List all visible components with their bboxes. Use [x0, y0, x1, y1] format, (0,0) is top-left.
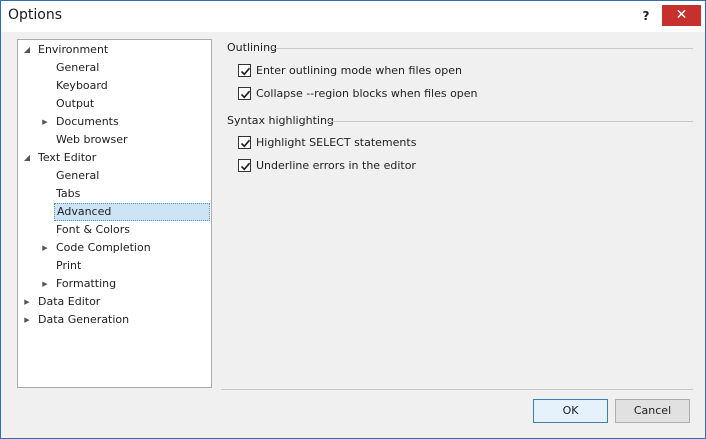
tree-item-keyboard[interactable]: Keyboard [18, 77, 211, 95]
close-button[interactable]: ✕ [662, 5, 701, 26]
tree-item-output[interactable]: Output [18, 95, 211, 113]
checkmark-icon [240, 162, 251, 171]
tree-item-formatting[interactable]: ▶ Formatting [18, 275, 211, 293]
tree-item-label: General [56, 61, 100, 74]
tree-item-environment[interactable]: ◢ Environment [18, 41, 211, 59]
close-icon: ✕ [675, 7, 688, 23]
tree-item-label: Output [56, 97, 95, 110]
triangle-right-icon[interactable]: ▶ [40, 113, 50, 131]
tree-item-documents[interactable]: ▶ Documents [18, 113, 211, 131]
checkmark-icon [240, 139, 251, 148]
triangle-down-icon[interactable]: ◢ [22, 41, 32, 59]
checkbox-label: Enter outlining mode when files open [256, 64, 462, 77]
help-button[interactable]: ? [634, 5, 658, 27]
tree-item-label: Documents [56, 115, 119, 128]
options-tree[interactable]: ◢ Environment General Keyboard Output ▶ Docume… [17, 39, 212, 388]
checkbox-label: Underline errors in the editor [256, 159, 416, 172]
tree-item-label: Font & Colors [56, 223, 130, 236]
checkbox[interactable] [238, 64, 251, 77]
outlining-divider [273, 48, 693, 49]
tree-item-label: Formatting [56, 277, 117, 290]
tree-item-font-colors[interactable]: Font & Colors [18, 221, 211, 239]
window-title: Options [8, 7, 63, 23]
footer-divider [221, 389, 693, 390]
tree-item-label: General [56, 169, 100, 182]
tree-item-label: Text Editor [38, 151, 97, 164]
tree-item-label: Code Completion [56, 241, 151, 254]
checkbox[interactable] [238, 159, 251, 172]
tree-item-data-editor[interactable]: ▶ Data Editor [18, 293, 211, 311]
tree-item-advanced[interactable]: Advanced [18, 203, 211, 221]
options-dialog: Options ? ✕ ◢ Environment General Keyboard O… [0, 0, 706, 439]
tree-item-label: Web browser [56, 133, 128, 146]
tree-item-label: Environment [38, 43, 109, 56]
checkmark-icon [240, 90, 251, 99]
tree-item-label: Advanced [54, 203, 210, 221]
settings-pane: Outlining Enter outlining mode when file… [221, 39, 693, 389]
tree-item-label: Keyboard [56, 79, 108, 92]
tree-item-general[interactable]: General [18, 59, 211, 77]
outlining-section-title: Outlining [227, 41, 278, 54]
cancel-button[interactable]: Cancel [615, 399, 690, 423]
triangle-right-icon[interactable]: ▶ [22, 293, 32, 311]
tree-item-label: Data Editor [38, 295, 101, 308]
checkbox-label: Collapse --region blocks when files open [256, 87, 478, 100]
tree-item-web-browser[interactable]: Web browser [18, 131, 211, 149]
tree-item-label: Data Generation [38, 313, 130, 326]
checkmark-icon [240, 67, 251, 76]
tree-item-label: Print [56, 259, 82, 272]
tree-item-text-editor[interactable]: ◢ Text Editor [18, 149, 211, 167]
syntax-section-title: Syntax highlighting [227, 114, 334, 127]
syntax-divider [327, 121, 693, 122]
triangle-down-icon[interactable]: ◢ [22, 149, 32, 167]
triangle-right-icon[interactable]: ▶ [40, 239, 50, 257]
title-bar[interactable]: Options ? ✕ [1, 1, 705, 32]
checkbox-label: Highlight SELECT statements [256, 136, 417, 149]
tree-item-label: Tabs [56, 187, 81, 200]
checkbox[interactable] [238, 136, 251, 149]
triangle-right-icon[interactable]: ▶ [22, 311, 32, 329]
tree-item-tabs[interactable]: Tabs [18, 185, 211, 203]
tree-item-code-completion[interactable]: ▶ Code Completion [18, 239, 211, 257]
checkbox[interactable] [238, 87, 251, 100]
tree-item-data-generation[interactable]: ▶ Data Generation [18, 311, 211, 329]
tree-item-print[interactable]: Print [18, 257, 211, 275]
tree-item-general[interactable]: General [18, 167, 211, 185]
ok-button[interactable]: OK [533, 399, 608, 423]
triangle-right-icon[interactable]: ▶ [40, 275, 50, 293]
